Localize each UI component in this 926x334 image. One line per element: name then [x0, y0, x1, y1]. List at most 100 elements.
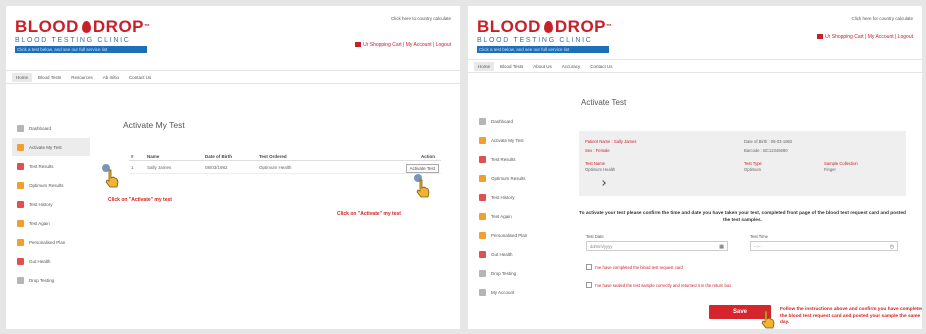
logo-subtitle: BLOOD TESTING CLINIC	[477, 37, 593, 44]
again-icon	[479, 212, 486, 220]
sidebar-item-drop[interactable]: Drop Testing	[474, 264, 564, 282]
test-type-value: Optimum	[744, 167, 761, 172]
confirm-sample-checkbox[interactable]: I've have sealed the test sample correct…	[586, 282, 731, 288]
sidebar-item-again[interactable]: Test Again	[12, 214, 90, 232]
cart-icon	[355, 42, 362, 48]
history-icon	[479, 193, 486, 201]
header-country-link[interactable]: Click here to country calculate	[391, 16, 451, 21]
clock-icon: ◷	[889, 244, 894, 250]
main-nav: Home Blood Tests About Us Accuracy Conta…	[468, 59, 922, 73]
gut-icon	[479, 250, 486, 258]
test-time-label: Test Time	[750, 234, 768, 239]
nav-about[interactable]: About Us	[529, 62, 556, 71]
test-time-input[interactable]: --:-- ◷	[750, 241, 898, 251]
test-name-label: Test Name	[585, 161, 606, 166]
test-date-label: Test Date	[586, 234, 604, 239]
sidebar-item-dashboard[interactable]: Dashboard	[474, 112, 564, 130]
drop-icon	[479, 269, 486, 277]
logo-subtitle: BLOOD TESTING CLINIC	[15, 37, 131, 44]
sidebar-item-history[interactable]: Test History	[474, 188, 564, 206]
patient-barcode: Barcode : BC12345690	[744, 148, 788, 153]
confirm-card-checkbox[interactable]: I've have completed the blood test reque…	[586, 264, 683, 270]
sidebar-item-history[interactable]: Test History	[12, 195, 90, 213]
hand-cursor-icon	[761, 310, 775, 329]
sidebar-item-activate[interactable]: Activate My Test	[474, 131, 564, 149]
gut-icon	[17, 257, 24, 265]
header-country-link[interactable]: Click here for country calculate	[851, 16, 913, 21]
sidebar-item-results[interactable]: Test Results	[12, 157, 90, 175]
header-account-links[interactable]: Ur Shopping Cart | My Account | Logout	[817, 34, 913, 40]
optimum-icon	[17, 181, 24, 189]
logo[interactable]: BLOOD DROP™ BLOOD TESTING CLINIC Click a …	[15, 18, 175, 53]
test-name-value: Optimum Health	[585, 167, 616, 172]
patient-name: Patient Name : Sally James	[585, 139, 637, 144]
sidebar-item-account[interactable]: My Account	[474, 283, 564, 301]
logo-tagline-bar: Click a test below, and see our full ser…	[477, 46, 609, 53]
logo-wordmark: BLOOD DROP™	[15, 17, 151, 36]
calendar-icon: ▦	[719, 244, 724, 250]
dashboard-icon	[479, 117, 486, 125]
nav-blood-tests[interactable]: Blood Tests	[34, 73, 65, 82]
patient-sex: Sex : Female	[585, 148, 610, 153]
patient-dob: Date of Birth : 08-03-1982	[744, 139, 793, 144]
main-nav: Home Blood Tests Resources Ab Initio Con…	[6, 70, 460, 84]
col-dob: Date of Birth	[205, 154, 232, 159]
nav-accuracy[interactable]: Accuracy	[558, 62, 585, 71]
checkbox-icon[interactable]	[586, 264, 592, 270]
account-sidebar: Dashboard Activate My Test Test Results …	[474, 112, 564, 302]
follow-instructions-note: Follow the instructions above and confir…	[780, 307, 922, 325]
col-name: Name	[147, 154, 160, 159]
logo-wordmark: BLOOD DROP™	[477, 17, 613, 36]
test-type-label: Test Type	[744, 161, 762, 166]
nav-ab-initio[interactable]: Ab Initio	[99, 73, 123, 82]
blood-drop-icon	[543, 21, 553, 33]
account-sidebar: Dashboard Activate My Test Test Results …	[12, 119, 90, 290]
sidebar-item-optimum[interactable]: Optimum Results	[474, 169, 564, 187]
nav-resources[interactable]: Resources	[67, 73, 97, 82]
blood-drop-icon	[81, 21, 91, 33]
account-icon	[479, 288, 486, 296]
annotation-left: Click on "Activate" my test	[108, 197, 172, 203]
sidebar-item-drop[interactable]: Drop Testing	[12, 271, 90, 289]
drop-icon	[17, 276, 24, 284]
header-account-links[interactable]: Ur Shopping Cart | My Account | Logout	[355, 42, 451, 48]
sidebar-item-results[interactable]: Test Results	[474, 150, 564, 168]
plan-icon	[17, 238, 24, 246]
hand-cursor-icon	[416, 179, 430, 198]
checkbox-icon[interactable]	[586, 282, 592, 288]
right-screenshot-panel: BLOOD DROP™ BLOOD TESTING CLINIC Click a …	[468, 6, 922, 329]
nav-contact[interactable]: Contact Us	[586, 62, 616, 71]
results-icon	[17, 162, 24, 170]
sidebar-item-gut[interactable]: Gut Health	[12, 252, 90, 270]
annotation-right: Click on "Activate" my test	[337, 211, 401, 217]
sample-label: Sample Collection	[824, 161, 858, 166]
dashboard-icon	[17, 124, 24, 132]
nav-contact[interactable]: Contact Us	[125, 73, 155, 82]
page-title: Activate My Test	[123, 120, 185, 130]
sidebar-item-optimum[interactable]: Optimum Results	[12, 176, 90, 194]
sidebar-item-activate[interactable]: Activate My Test	[12, 138, 90, 156]
col-test: Test Ordered	[259, 154, 287, 159]
sidebar-item-plan[interactable]: Personalised Plan	[12, 233, 90, 251]
cart-icon	[817, 34, 824, 40]
sidebar-item-dashboard[interactable]: Dashboard	[12, 119, 90, 137]
col-action: Action	[421, 154, 435, 159]
nav-home[interactable]: Home	[12, 72, 33, 82]
again-icon	[17, 219, 24, 227]
nav-home[interactable]: Home	[474, 61, 495, 71]
expand-arrow-icon[interactable]	[600, 180, 606, 186]
sidebar-item-gut[interactable]: Gut Health	[474, 245, 564, 263]
logo[interactable]: BLOOD DROP™ BLOOD TESTING CLINIC Click a …	[477, 18, 637, 53]
nav-blood-tests[interactable]: Blood Tests	[496, 62, 527, 71]
left-screenshot-panel: BLOOD DROP™ BLOOD TESTING CLINIC Click a …	[6, 6, 460, 329]
sidebar-item-again[interactable]: Test Again	[474, 207, 564, 225]
optimum-icon	[479, 174, 486, 182]
patient-info-panel: Patient Name : Sally James Date of Birth…	[579, 131, 906, 196]
page-title: Activate Test	[581, 98, 627, 107]
activate-test-button[interactable]: Activate Test	[405, 164, 439, 173]
logo-tagline-bar: Click a test below, and see our full ser…	[15, 46, 147, 53]
history-icon	[17, 200, 24, 208]
test-date-input[interactable]: dd/mm/yyyy ▦	[586, 241, 728, 251]
plan-icon	[479, 231, 486, 239]
sidebar-item-plan[interactable]: Personalised Plan	[474, 226, 564, 244]
